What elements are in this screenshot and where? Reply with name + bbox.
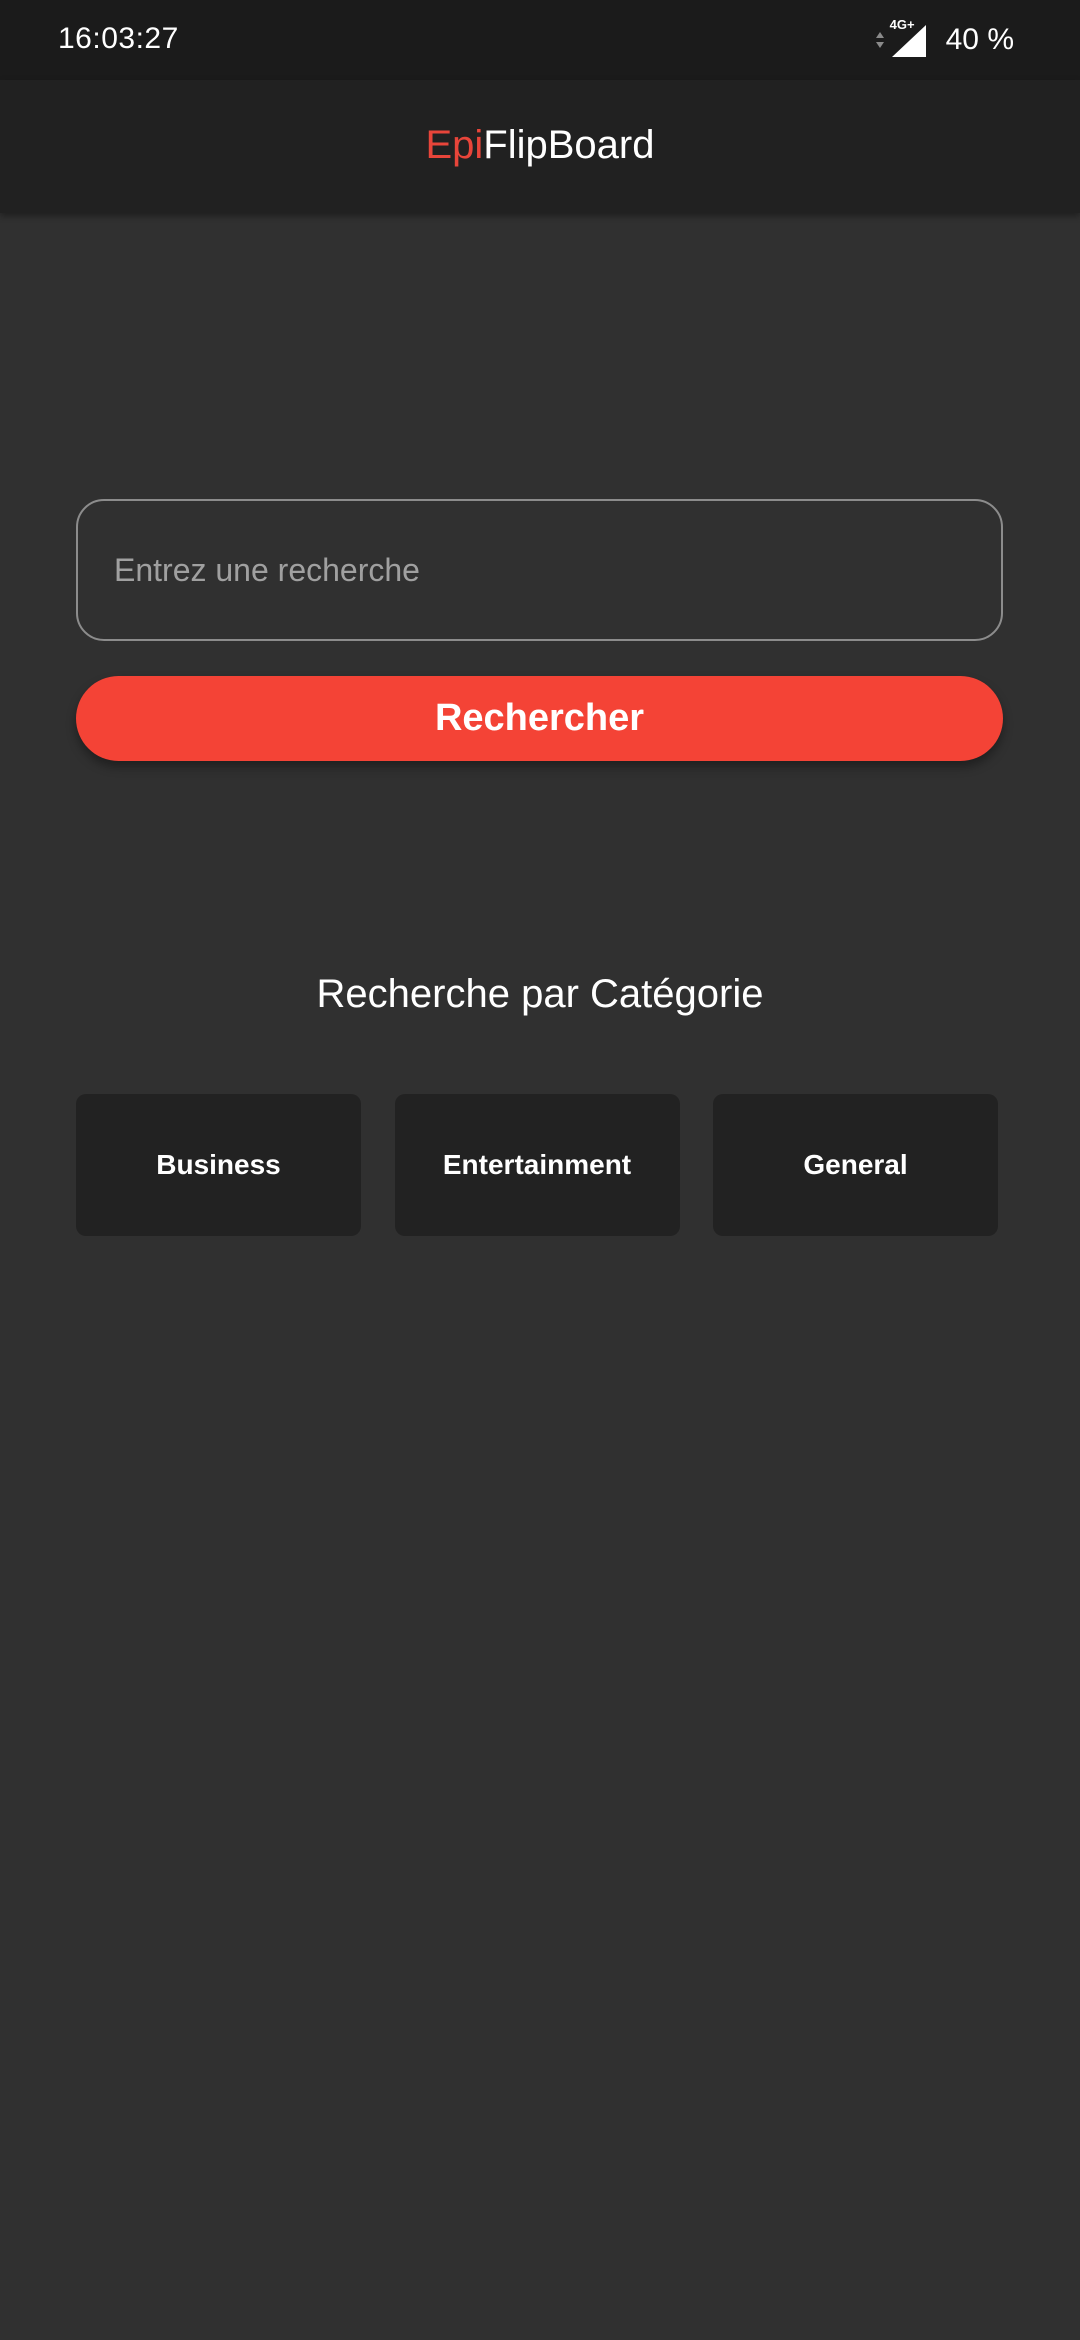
category-label: Entertainment xyxy=(442,1149,632,1180)
category-list: Business Entertainment General xyxy=(76,1094,998,1236)
status-time: 16:03:27 xyxy=(58,22,179,55)
search-button-label: Rechercher xyxy=(434,697,645,739)
category-card-business[interactable]: Business xyxy=(76,1094,361,1236)
status-indicators: 4G+ 40 % xyxy=(874,18,1014,58)
status-bar: 16:03:27 4G+ 40 % xyxy=(0,0,1080,80)
network-type-label: 4G+ xyxy=(889,17,915,32)
category-heading: Recherche par Catégorie xyxy=(316,972,764,1016)
battery-percentage: 40 % xyxy=(945,23,1014,56)
category-label: Business xyxy=(156,1149,281,1180)
app-title-main: FlipBoard xyxy=(483,123,655,167)
app-bar: EpiFlipBoard xyxy=(0,80,1080,213)
category-card-general[interactable]: General xyxy=(713,1094,998,1236)
category-card-entertainment[interactable]: Entertainment xyxy=(394,1094,680,1236)
data-arrows-icon xyxy=(875,32,884,48)
app-title: EpiFlipBoard xyxy=(425,123,654,168)
search-button[interactable]: Rechercher xyxy=(76,676,1003,761)
app-title-accent: Epi xyxy=(425,123,484,167)
category-label: General xyxy=(803,1149,908,1180)
search-input[interactable] xyxy=(112,550,1001,590)
search-field[interactable] xyxy=(76,499,1003,641)
signal-indicator: 4G+ xyxy=(890,18,930,58)
